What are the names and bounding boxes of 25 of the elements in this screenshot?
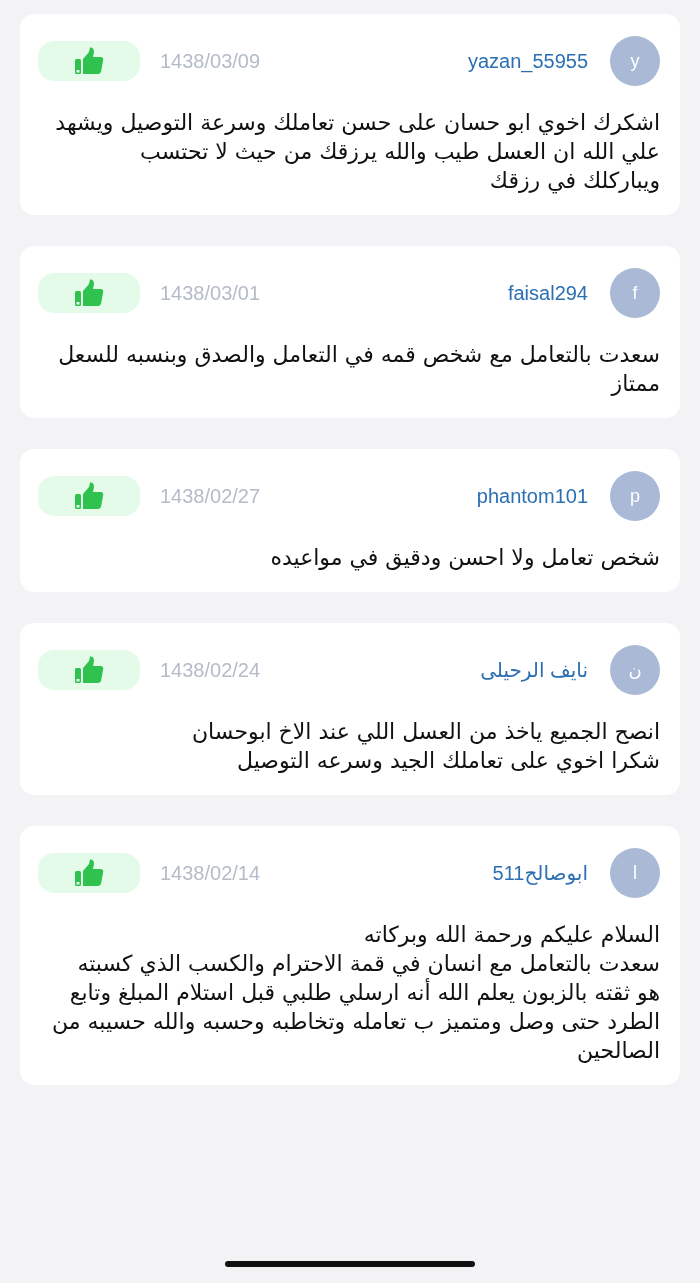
username-link[interactable]: ابوصالح511 <box>492 861 588 885</box>
review-date: 1438/02/27 <box>160 484 261 508</box>
review-date: 1438/03/09 <box>160 49 261 73</box>
thumbs-up-icon <box>74 47 104 75</box>
review-text: انصح الجميع ياخذ من العسل اللي عند الاخ ابوحسان شكرا اخوي على تعاملك الجيد وسرعه التوصيل <box>190 718 660 775</box>
review-date: 1438/03/01 <box>160 281 261 305</box>
username-link[interactable]: نايف الرحيلى <box>480 658 588 682</box>
thumbs-up-icon <box>74 859 104 887</box>
username-link[interactable]: faisal294 <box>507 281 588 305</box>
review-text: شخص تعامل ولا احسن ودقيق في مواعيده <box>269 544 660 572</box>
review-date: 1438/02/24 <box>160 658 261 682</box>
review-text: اشكرك اخوي ابو حسان على حسن تعاملك وسرعة التوصيل ويشهد علي الله ان العسل طيب والله يرزقك من حيث لا تحتسب ويباركلك في رزقك <box>54 109 660 195</box>
username-link[interactable]: yazan_55955 <box>467 49 588 73</box>
like-button[interactable] <box>38 853 140 893</box>
review-text: سعدت بالتعامل مع شخص قمه في التعامل والصدق وبنسبه للسعل ممتاز <box>57 341 660 398</box>
like-button[interactable] <box>38 650 140 690</box>
thumbs-up-icon <box>74 279 104 307</box>
review-date: 1438/02/14 <box>160 861 261 885</box>
like-button[interactable] <box>38 476 140 516</box>
like-button[interactable] <box>38 273 140 313</box>
like-button[interactable] <box>38 41 140 81</box>
username-link[interactable]: phantom101 <box>476 484 588 508</box>
thumbs-up-icon <box>74 656 104 684</box>
review-text: السلام عليكم ورحمة الله وبركاته سعدت بالتعامل مع انسان في قمة الاحترام والكسب الذي كسبته هو ثقته بالزبون يعلم الله أنه ارسلي طلبي قبل استلام المبلغ وتابع الطرد حتى وصل ومتميز ب تعامله وتخاطبه وحسبه والله حسيبه من الصالحين <box>50 921 660 1065</box>
thumbs-up-icon <box>74 482 104 510</box>
